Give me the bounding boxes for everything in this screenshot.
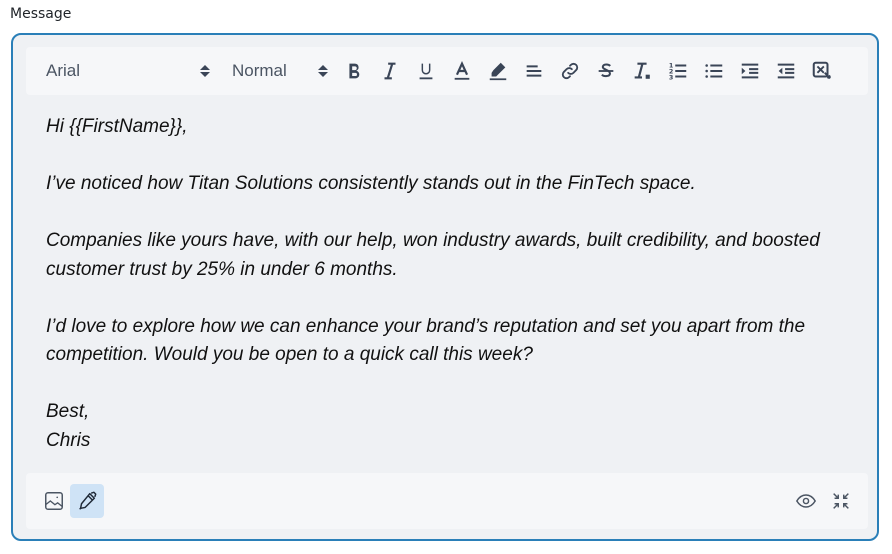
italic-button[interactable] <box>372 55 408 87</box>
editor-footer <box>26 473 868 529</box>
remove-block-button[interactable] <box>804 55 840 87</box>
text-color-button[interactable] <box>444 55 480 87</box>
bold-icon <box>349 63 360 79</box>
outdent-icon <box>777 63 795 79</box>
text-color-icon <box>454 61 470 80</box>
collapse-button[interactable] <box>824 484 858 518</box>
eye-icon <box>795 494 817 508</box>
clear-formatting-button[interactable] <box>624 55 660 87</box>
select-arrows-icon <box>318 65 328 77</box>
message-body[interactable]: Hi {{FirstName}}, I’ve noticed how Titan… <box>46 113 866 455</box>
remove-block-icon <box>812 61 831 80</box>
message-editor[interactable]: Arial Normal 1 2 3 Hi {{FirstName}}, I’v… <box>11 33 879 541</box>
outdent-button[interactable] <box>768 55 804 87</box>
formatting-toolbar: Arial Normal 1 2 3 <box>26 47 868 95</box>
ordered-list-button[interactable]: 123 <box>660 55 696 87</box>
clear-format-icon <box>634 62 650 79</box>
highlight-button[interactable] <box>480 55 516 87</box>
greeting-line: Hi {{FirstName}}, <box>46 116 188 137</box>
select-arrows-icon <box>200 65 210 77</box>
message-label: Message <box>10 6 72 22</box>
preview-button[interactable] <box>789 484 823 518</box>
bold-button[interactable] <box>336 55 372 87</box>
insert-image-button[interactable] <box>37 484 71 518</box>
font-size-value: Normal <box>232 61 287 80</box>
link-icon <box>561 62 579 80</box>
signature-button[interactable] <box>70 484 104 518</box>
paragraph-2: Companies like yours have, with our help… <box>46 230 820 280</box>
font-size-select[interactable]: Normal <box>216 47 336 95</box>
pen-icon <box>79 491 97 510</box>
link-button[interactable] <box>552 55 588 87</box>
bullet-list-icon <box>705 64 723 78</box>
bullet-list-button[interactable] <box>696 55 732 87</box>
italic-icon <box>384 62 396 80</box>
paragraph-1: I’ve noticed how Titan Solutions consist… <box>46 173 696 194</box>
paragraph-3: I’d love to explore how we can enhance y… <box>46 315 806 366</box>
align-button[interactable] <box>516 55 552 87</box>
ordered-list-icon: 123 <box>669 61 687 81</box>
signature-line: Chris <box>46 429 91 451</box>
indent-icon <box>741 63 759 79</box>
font-family-value: Arial <box>46 61 81 80</box>
image-icon <box>45 492 63 510</box>
highlighter-icon <box>489 62 507 81</box>
minimize-icon <box>833 493 849 509</box>
signoff-line: Best, <box>46 401 90 422</box>
indent-button[interactable] <box>732 55 768 87</box>
align-left-icon <box>526 65 542 77</box>
underline-icon <box>419 63 433 80</box>
strikethrough-button[interactable] <box>588 55 624 87</box>
strikethrough-icon <box>598 63 614 78</box>
svg-text:3: 3 <box>669 73 673 81</box>
underline-button[interactable] <box>408 55 444 87</box>
font-family-select[interactable]: Arial <box>26 47 216 95</box>
